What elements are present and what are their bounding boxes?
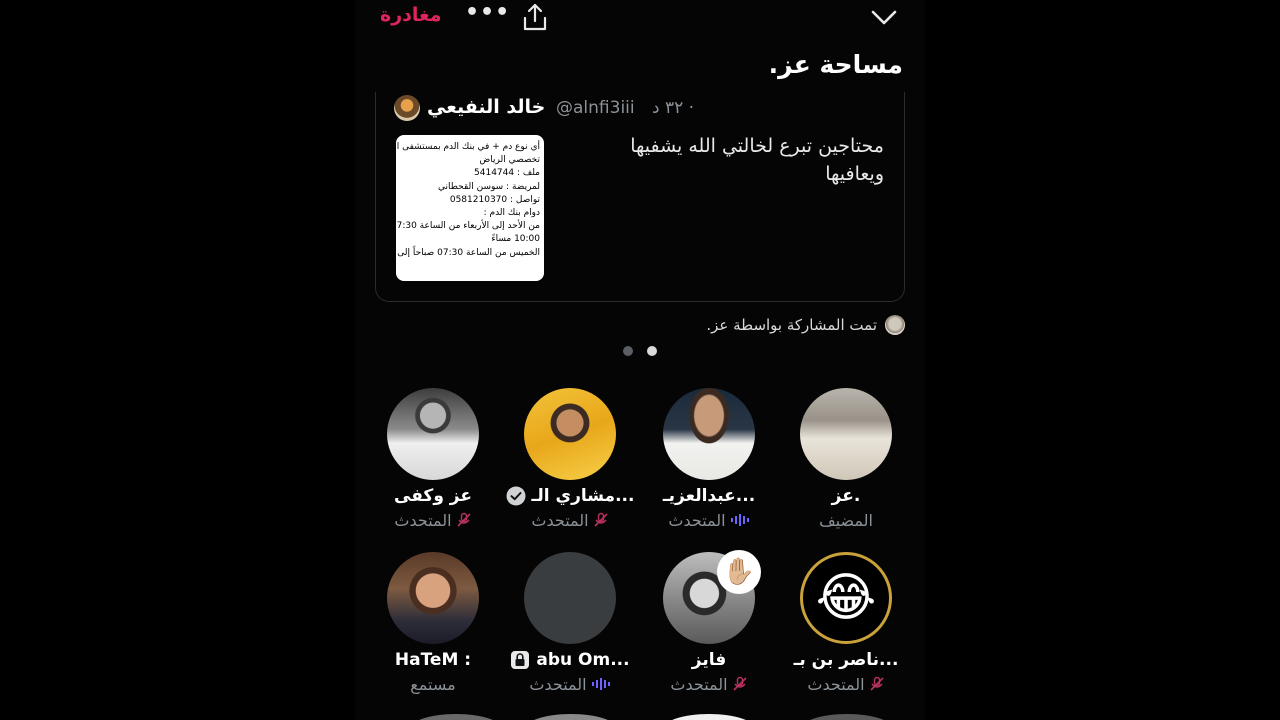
verified-badge-icon	[506, 486, 526, 506]
participant-name: عز.	[777, 484, 915, 508]
tweet-header: خالد النفيعي @alnfi3iii · ٣٢ د	[374, 92, 904, 126]
image-line: ملف : 5414744	[474, 168, 540, 179]
image-line: دوام بنك الدم :	[483, 208, 540, 219]
image-line: لمريضة : سوسن القحطاني	[438, 181, 540, 192]
participant-name: مشاري الـ...	[501, 484, 639, 508]
image-line: تخصصي الرياض	[479, 155, 540, 166]
participant-role: المتحدث	[640, 508, 778, 532]
participant-name: عز وكفى	[364, 484, 502, 508]
author-handle: @alnfi3iii	[556, 98, 635, 118]
top-bar: مغادرة •••	[355, 0, 925, 40]
participant-role: المتحدث	[501, 672, 639, 696]
participant[interactable]: ✋🏼 فايز المتحدث	[640, 550, 778, 696]
participant-role-text: المتحدث	[668, 510, 726, 530]
chevron-down-icon[interactable]	[869, 4, 899, 30]
participant[interactable]: abu Om... المتحدث	[501, 552, 639, 696]
participant-role: مستمع	[364, 672, 502, 696]
participant-role: المضيف	[777, 508, 915, 532]
lock-icon	[511, 651, 530, 669]
image-line: تواصل : 0581210370	[449, 194, 540, 205]
shared-by: تمت المشاركة بواسطة عز.	[706, 314, 905, 336]
participant-role-text: المتحدث	[670, 674, 728, 694]
participant-role: المتحدث	[501, 508, 639, 532]
participant[interactable]: عز وكفى المتحدث	[364, 388, 502, 532]
avatar-partial	[801, 714, 893, 720]
share-icon[interactable]	[520, 2, 550, 32]
tweet-image[interactable]: أي نوع دم + في بنك الدم بمستشفى الملك تخ…	[396, 135, 544, 281]
avatar	[800, 388, 892, 480]
participant[interactable]: 😂 ناصر بن بـ... المتحدث	[777, 552, 915, 696]
carousel-dot-active[interactable]	[647, 346, 657, 356]
participant-role-text: المتحدث	[394, 510, 452, 530]
participant-role: المتحدث	[777, 672, 915, 696]
shared-by-text: تمت المشاركة بواسطة عز.	[706, 316, 877, 334]
participant-role-text: مستمع	[410, 674, 456, 694]
tweet-text: محتاجين تبرع لخالتي الله يشفيها ويعافيها	[630, 135, 884, 185]
participant-name-text: فايز	[691, 650, 727, 670]
space-panel: مغادرة ••• مساحة عز. خالد النفيعي @alnfi…	[355, 0, 925, 720]
author-name: خالد النفيعي	[427, 96, 546, 118]
participant-role: المتحدث	[364, 508, 502, 532]
participant-role-text: المتحدث	[529, 674, 587, 694]
raised-hand-icon: ✋🏼	[717, 550, 761, 594]
participant-name: ناصر بن بـ...	[777, 648, 915, 672]
image-line: الخميس من الساعة 07:30 صباحاً إلى الساعة…	[396, 247, 540, 258]
mic-muted-icon	[870, 676, 884, 691]
participant-name-text: abu Om...	[536, 650, 630, 670]
avatar-partial	[525, 714, 617, 720]
avatar-partial	[410, 714, 502, 720]
participant-name: abu Om...	[501, 648, 639, 672]
participant-name: HaTeM :	[364, 648, 502, 672]
image-line: من الأحد إلى الأربعاء من الساعة 07:30 صب…	[396, 221, 540, 232]
image-line: 10:00 مساءً	[491, 234, 540, 245]
more-options-icon[interactable]: •••	[465, 0, 510, 25]
avatar-partial	[663, 714, 755, 720]
carousel-dot[interactable]	[623, 346, 633, 356]
participant[interactable]: HaTeM : مستمع	[364, 552, 502, 696]
participant-name-text: HaTeM :	[394, 650, 472, 670]
avatar: 😂	[800, 552, 892, 644]
participant-role: المتحدث	[640, 672, 778, 696]
reaction-emoji: 😂	[815, 568, 877, 628]
participant-name: عبدالعزيـ...	[640, 484, 778, 508]
participant-name-text: ناصر بن بـ...	[793, 650, 899, 670]
participant[interactable]: عبدالعزيـ... المتحدث	[640, 388, 778, 532]
participant[interactable]: مشاري الـ... المتحدث	[501, 388, 639, 532]
mic-muted-icon	[457, 512, 471, 527]
mic-muted-icon	[594, 512, 608, 527]
speaking-wave-icon	[730, 514, 749, 526]
participant-name-text: عز.	[831, 486, 861, 506]
tweet-time: · ٣٢ د	[652, 98, 695, 118]
avatar	[387, 552, 479, 644]
image-line: أي نوع دم + في بنك الدم بمستشفى الملك	[396, 142, 540, 152]
participant[interactable]: عز. المضيف	[777, 388, 915, 532]
sharer-avatar	[885, 315, 905, 335]
participant-role-text: المضيف	[819, 510, 873, 530]
participant-name: فايز	[640, 648, 778, 672]
avatar	[524, 388, 616, 480]
carousel-dots[interactable]	[623, 346, 657, 356]
participant-name-text: عبدالعزيـ...	[662, 486, 756, 506]
speaking-wave-icon	[591, 678, 610, 690]
leave-button[interactable]: مغادرة	[380, 4, 442, 26]
mic-muted-icon	[733, 676, 747, 691]
participant-role-text: المتحدث	[807, 674, 865, 694]
space-title: مساحة عز.	[768, 50, 903, 79]
avatar	[387, 388, 479, 480]
participant-name-text: مشاري الـ...	[531, 486, 635, 506]
author-avatar	[394, 95, 420, 121]
participant-name-text: عز وكفى	[394, 486, 472, 506]
pinned-tweet-card[interactable]: خالد النفيعي @alnfi3iii · ٣٢ د محتاجين ت…	[375, 92, 905, 302]
avatar	[524, 552, 616, 644]
participant-role-text: المتحدث	[531, 510, 589, 530]
avatar	[663, 388, 755, 480]
